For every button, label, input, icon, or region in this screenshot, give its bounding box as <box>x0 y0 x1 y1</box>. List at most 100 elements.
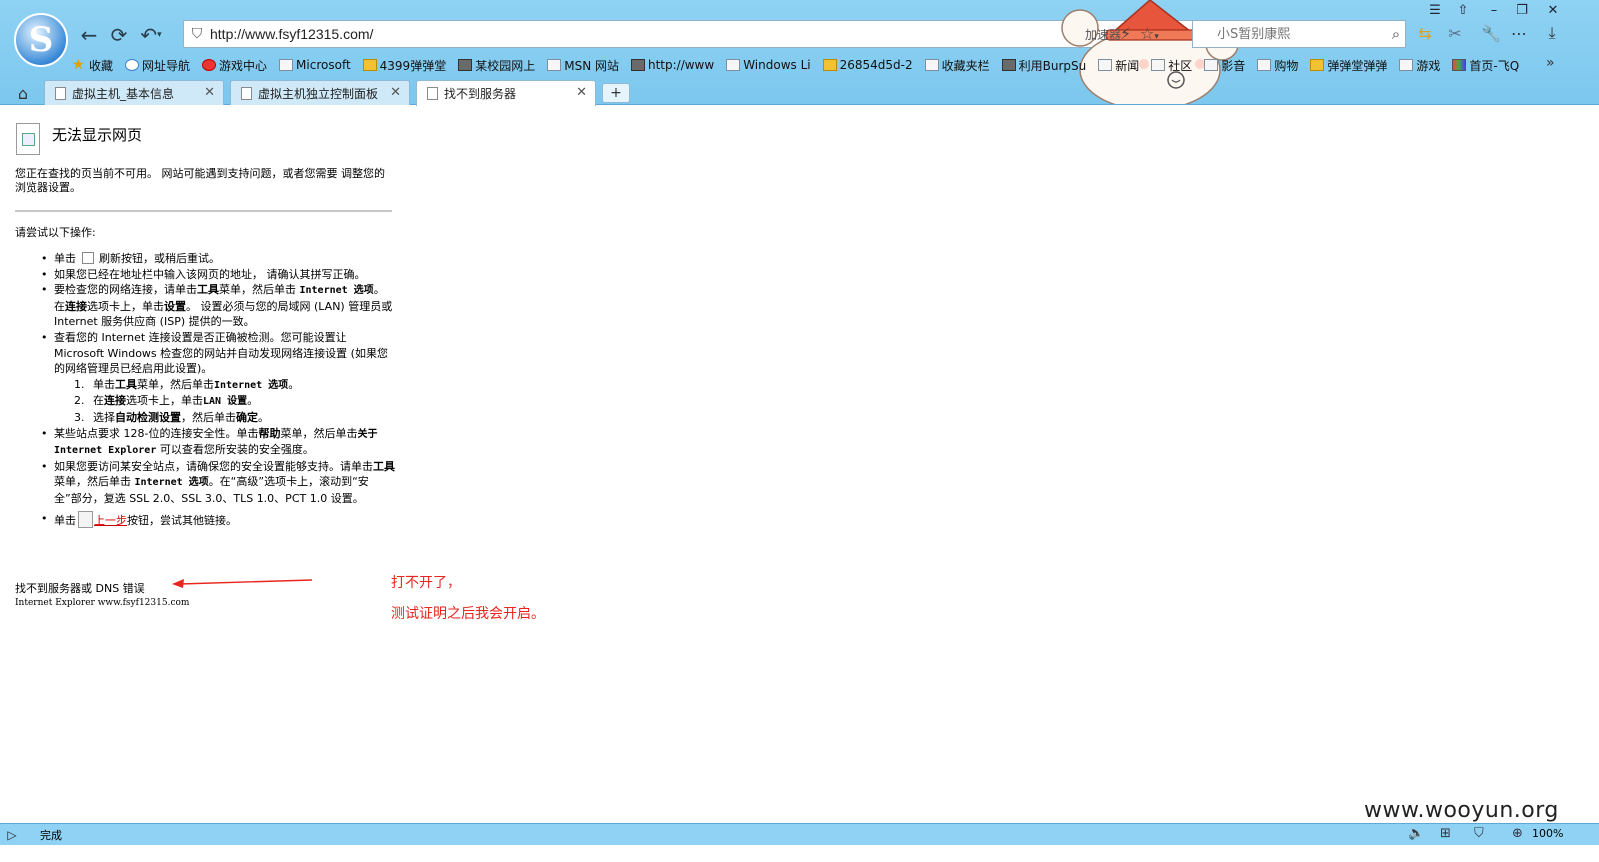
page-content: 无法显示网页 您正在查找的页当前不可用。 网站可能遇到支持问题，或者您需要 调整… <box>0 106 1599 823</box>
error-footer-sub: Internet Explorer www.fsyf12315.com <box>15 598 190 608</box>
bookmark-item[interactable]: 4399弹弹堂 <box>362 54 446 76</box>
bookmark-item[interactable]: 购物 <box>1257 54 1298 76</box>
image-icon <box>630 59 645 71</box>
minimize-button[interactable]: – <box>1481 1 1507 19</box>
bookmarks-more-button[interactable]: » <box>1546 55 1555 71</box>
page-icon <box>427 87 438 100</box>
tools-wrench-icon[interactable]: 🔧 <box>1480 22 1502 44</box>
list-item: 如果您已经在地址栏中输入该网页的地址， 请确认其拼写正确。 <box>15 267 395 283</box>
close-tab-icon[interactable]: ✕ <box>390 85 401 100</box>
translate-icon[interactable]: ⇆ <box>1414 22 1436 44</box>
tab-strip: 虚拟主机_基本信息 ✕ 虚拟主机独立控制面板 ✕ 找不到服务器 ✕ + <box>44 80 630 106</box>
bookmark-item[interactable]: 影音 <box>1204 54 1245 76</box>
star-icon: ★ <box>72 57 85 73</box>
search-box[interactable]: ⌕ <box>1192 20 1406 48</box>
folder-icon <box>1098 59 1113 71</box>
address-bar[interactable]: ⛉ <box>183 20 1240 48</box>
bookmark-item[interactable]: 26854d5d-2 <box>822 54 913 76</box>
undo-icon[interactable]: ↶ ▾ <box>138 22 164 48</box>
list-item: 查看您的 Internet 连接设置是否正确被检测。您可能设置让 Microso… <box>15 330 395 426</box>
tab-label: 找不到服务器 <box>444 87 517 101</box>
annotation-text-2: 测试证明之后我会开启。 <box>391 606 545 622</box>
refresh-icon[interactable]: ⟳ <box>106 22 132 48</box>
bookmark-item[interactable]: 首页-飞Q <box>1452 54 1519 76</box>
sidebar-toggle-icon[interactable]: ▷ <box>0 828 24 842</box>
refresh-button-icon <box>82 252 94 264</box>
tab-label: 虚拟主机_基本信息 <box>72 86 175 101</box>
mascot-decoration <box>1061 0 1239 104</box>
close-tab-icon[interactable]: ✕ <box>204 85 215 100</box>
bookmark-item[interactable]: 利用BurpSu <box>1001 54 1086 76</box>
back-icon[interactable]: ← <box>76 22 102 48</box>
bookmark-item[interactable]: 收藏夹栏 <box>924 54 990 76</box>
page-title: 无法显示网页 <box>52 126 143 144</box>
new-tab-button[interactable]: + <box>602 83 630 103</box>
bottom-strip <box>0 845 1599 862</box>
bookmark-item[interactable]: 弹弹堂弹弹 <box>1310 54 1387 76</box>
tab-server-not-found[interactable]: 找不到服务器 ✕ <box>416 80 596 106</box>
search-input[interactable] <box>1193 26 1387 42</box>
bookmarks-bar: ★ 收藏 网址导航 游戏中心 Microsoft 4399弹弹堂 某校园网上 MS… <box>72 54 1531 76</box>
folder-icon <box>1151 59 1166 71</box>
list-item: 如果您要访问某安全站点，请确保您的安全设置能够支持。请单击工具菜单，然后单击 I… <box>15 459 395 507</box>
divider <box>15 210 392 212</box>
gold-icon <box>822 59 837 71</box>
close-window-button[interactable]: ✕ <box>1540 1 1566 19</box>
zoom-icon[interactable]: ⊕ <box>1512 826 1523 841</box>
close-tab-icon[interactable]: ✕ <box>576 85 587 100</box>
list-item: 2. 在连接选项卡上，单击LAN 设置。 <box>74 394 259 408</box>
folder-icon <box>1399 59 1414 71</box>
status-text: 完成 <box>40 828 62 842</box>
settings-menu-icon[interactable]: ☰ <box>1422 1 1448 19</box>
folder-icon <box>1257 59 1272 71</box>
bookmark-item[interactable]: Windows Li <box>726 54 811 76</box>
download-icon[interactable]: ⤓ <box>1541 22 1563 44</box>
home-icon[interactable]: ⌂ <box>12 82 34 104</box>
page-icon <box>547 59 562 71</box>
bookmark-item[interactable]: 社区 <box>1151 54 1192 76</box>
network-icon[interactable]: ⊞ <box>1440 826 1451 841</box>
bookmark-item[interactable]: ★ 收藏 <box>72 54 113 76</box>
search-icon[interactable]: ⌕ <box>1387 25 1405 43</box>
volume-icon[interactable]: 🔈 <box>1408 826 1424 841</box>
page-icon <box>726 59 741 71</box>
zoom-level[interactable]: 100% <box>1532 827 1563 840</box>
list-item: 某些站点要求 128-位的连接安全性。单击帮助菜单，然后单击关于 Interne… <box>15 426 395 459</box>
screenshot-scissors-icon[interactable]: ✂ <box>1444 22 1466 44</box>
error-description: 您正在查找的页当前不可用。 网站可能遇到支持问题，或者您需要 调整您的浏览器设置… <box>15 167 385 194</box>
accelerator-label[interactable]: 加速器 <box>1085 26 1121 43</box>
tab-label: 虚拟主机独立控制面板 <box>258 86 379 101</box>
globe-icon <box>125 59 140 71</box>
browser-window: S ← ⟳ ↶▾ ⛉ 加速器 ⚡ ☆▾ ⌕ ⇆ ✂ 🔧 ⋯ <box>0 0 1599 862</box>
security-shield-icon[interactable]: ⛉ <box>184 26 210 42</box>
lightning-icon[interactable]: ⚡ <box>1120 24 1131 43</box>
browser-toolbar: S ← ⟳ ↶▾ ⛉ 加速器 ⚡ ☆▾ ⌕ ⇆ ✂ 🔧 ⋯ <box>0 0 1599 106</box>
error-footer: 找不到服务器或 DNS 错误 <box>15 582 145 595</box>
bookmark-item[interactable]: 游戏中心 <box>202 54 267 76</box>
back-link[interactable]: 上一步 <box>94 514 127 527</box>
bookmark-item[interactable]: 网址导航 <box>125 54 190 76</box>
annotation-text-1: 打不开了， <box>391 575 461 591</box>
bookmark-item[interactable]: http://www <box>630 54 714 76</box>
game-center-icon <box>202 59 217 71</box>
watermark: www.wooyun.org <box>1364 798 1559 823</box>
favorite-star-icon[interactable]: ☆▾ <box>1140 24 1159 43</box>
page-icon <box>1001 59 1016 71</box>
skin-icon[interactable]: ⇧ <box>1450 1 1476 19</box>
security-icon[interactable]: ⛉ <box>1474 826 1484 841</box>
bookmark-item[interactable]: 游戏 <box>1399 54 1440 76</box>
folder-icon <box>1204 59 1219 71</box>
bookmark-item[interactable]: 新闻 <box>1098 54 1139 76</box>
bookmark-item[interactable]: MSN 网站 <box>547 54 619 76</box>
broken-image-icon <box>16 123 40 155</box>
tab-vhost-info[interactable]: 虚拟主机_基本信息 ✕ <box>44 80 224 105</box>
tab-vhost-panel[interactable]: 虚拟主机独立控制面板 ✕ <box>230 80 410 105</box>
restore-button[interactable]: ❐ <box>1509 1 1535 19</box>
back-button-image-icon <box>78 510 93 528</box>
status-bar: ▷ 完成 <box>0 823 1599 845</box>
browser-logo[interactable]: S <box>14 13 68 67</box>
list-item: 单击上一步按钮，尝试其他链接。 <box>15 510 395 529</box>
menu-icon[interactable]: ⋯ <box>1508 22 1530 44</box>
bookmark-item[interactable]: Microsoft <box>279 54 351 76</box>
bookmark-item[interactable]: 某校园网上 <box>458 54 535 76</box>
